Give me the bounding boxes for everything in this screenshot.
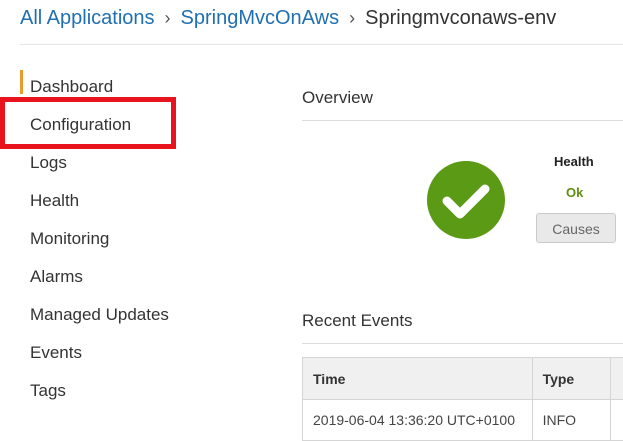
recent-events-title: Recent Events [302, 311, 413, 331]
table-header-row: Time Type [303, 358, 623, 400]
health-value: Ok [566, 185, 583, 200]
chevron-right-icon: › [349, 8, 355, 29]
breadcrumb-environment: Springmvconaws-env [365, 7, 556, 30]
events-table: Time Type 2019-06-04 13:36:20 UTC+0100 I… [302, 357, 623, 441]
column-header-time[interactable]: Time [303, 358, 533, 400]
sidebar-item-health[interactable]: Health [20, 184, 220, 222]
event-extra-cell [610, 400, 623, 441]
breadcrumb-all-applications[interactable]: All Applications [20, 7, 155, 30]
check-icon [427, 161, 505, 239]
sidebar-item-events[interactable]: Events [20, 336, 220, 374]
table-row: 2019-06-04 13:36:20 UTC+0100 INFO [303, 400, 623, 441]
recent-events-divider [302, 343, 623, 344]
causes-button[interactable]: Causes [536, 213, 616, 243]
column-header-extra [610, 358, 623, 400]
event-type: INFO [532, 400, 610, 441]
sidebar-item-alarms[interactable]: Alarms [20, 260, 220, 298]
health-label: Health [554, 154, 594, 169]
breadcrumb-application[interactable]: SpringMvcOnAws [181, 7, 340, 30]
overview-divider [302, 120, 623, 121]
chevron-right-icon: › [165, 8, 171, 29]
sidebar-item-dashboard[interactable]: Dashboard [20, 70, 220, 94]
sidebar-item-monitoring[interactable]: Monitoring [20, 222, 220, 260]
column-header-type[interactable]: Type [532, 358, 610, 400]
sidebar-item-tags[interactable]: Tags [20, 374, 220, 412]
breadcrumb: All Applications › SpringMvcOnAws › Spri… [20, 6, 556, 30]
sidebar-item-managed-updates[interactable]: Managed Updates [20, 298, 220, 336]
sidebar-item-logs[interactable]: Logs [20, 146, 220, 184]
divider [20, 44, 623, 45]
event-time: 2019-06-04 13:36:20 UTC+0100 [303, 400, 533, 441]
health-status-icon [427, 161, 505, 239]
overview-title: Overview [302, 88, 373, 108]
configuration-highlight-box [0, 97, 176, 149]
